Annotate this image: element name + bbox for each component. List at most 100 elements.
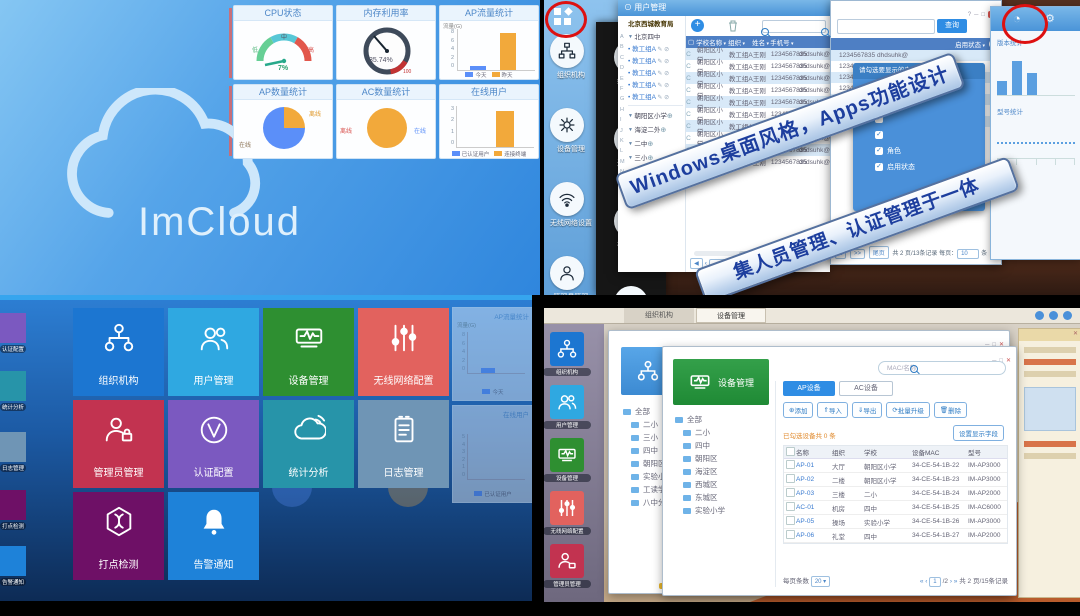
set-fields-button[interactable]: 设置显示字段 [953,425,1004,441]
status-column-header[interactable]: 启用状态 + [831,38,1001,50]
taskbar-icon[interactable] [1063,311,1072,320]
tile-org[interactable]: 组织机构 [73,308,164,396]
panel-desktop-apps: 组织机构 设备管理 无线网络设置 管理员管理 [544,0,1080,295]
search-icon[interactable] [821,28,829,36]
trash-icon[interactable] [728,20,738,32]
taskbar-icon[interactable] [1035,311,1044,320]
cropped-tile[interactable] [0,432,26,462]
tile-alerts[interactable]: 告警通知 [168,492,259,580]
dock-item-users[interactable]: 用户管理 [550,385,591,429]
tile-auth-config[interactable]: 认证配置 [168,400,259,488]
tree-group[interactable]: 二中 [628,138,683,148]
tree-child[interactable]: 教工组A [628,79,683,89]
tab-ac-devices[interactable]: AC设备 [839,381,893,396]
device-row[interactable]: AP-03三楼二小34-CE-54-1B-24IM-AP2000 [784,487,1007,501]
pager-last[interactable] [954,578,958,585]
per-page-select[interactable]: 20 ▾ [811,576,830,587]
col-name[interactable]: 名称 [796,447,832,457]
tile-wireless-config[interactable]: 无线网络配置 [358,308,449,396]
device-header-card[interactable]: 设备管理 [673,359,769,405]
tree-item[interactable]: 朝阳区 [675,452,725,465]
tree-item[interactable]: 海淀区 [675,465,725,478]
pager-page[interactable]: 1 [929,577,940,587]
query-button[interactable]: 查询 [937,19,967,33]
pager-next[interactable] [950,578,952,585]
col-school[interactable]: 学校 [864,447,912,457]
taskbar-tab-device[interactable]: 设备管理 [696,308,766,323]
query-input[interactable] [837,19,935,34]
export-button[interactable]: ⇓ 导出 [852,402,882,418]
device-row[interactable]: AP-05操场实验小学34-CE-54-1B-26IM-AP3000 [784,515,1007,529]
col-phone[interactable]: 手机号 [770,37,798,47]
search-input[interactable] [762,20,826,33]
launcher-item-org[interactable]: 组织机构 [550,34,592,80]
cropped-tile[interactable] [0,490,26,520]
pager-prev[interactable] [925,578,927,585]
tree-group[interactable]: 北京四中 [628,31,683,41]
col-org[interactable]: 组织 [832,447,864,457]
tree-group[interactable]: 海淀二外 [628,124,683,134]
cropped-tile[interactable] [0,371,26,401]
col-model[interactable]: 型号 [968,447,981,457]
card-online-users: 在线用户 3210 已认证用户 连接终端 [439,84,539,159]
tree-item[interactable]: 四中 [675,439,725,452]
tree-item[interactable]: 全部 [675,413,725,426]
tree-item[interactable]: 东城区 [675,491,725,504]
col-name[interactable]: 姓名 [752,37,770,47]
batch-upgrade-button[interactable]: ⟳ 批量升级 [886,402,929,418]
picker-option[interactable] [853,127,985,143]
per-page-input[interactable]: 10 [957,249,979,259]
device-row[interactable]: AP-01大厅朝阳区小学34-CE-54-1B-22IM-AP3000 [784,459,1007,473]
close-button[interactable]: ✕ [1073,330,1078,337]
launcher-item-device[interactable]: 设备管理 [550,108,592,154]
dock-item-devices[interactable]: 设备管理 [550,438,591,482]
cropped-tile[interactable] [0,546,26,576]
pager-first[interactable] [920,578,924,585]
table-row[interactable]: 1234567835 dhdsuhk@ [831,50,1001,61]
close-button[interactable]: ✕ [1006,357,1011,364]
dock-item-wireless[interactable]: 无线网络配置 [550,491,591,535]
tile-statistics[interactable]: 统计分析 [263,400,354,488]
tile-users[interactable]: 用户管理 [168,308,259,396]
window-titlebar[interactable]: ⊙ 用户管理 [618,0,830,16]
alphabet-index[interactable]: A B C D E F G H I J K L M N [620,32,625,178]
tree-child[interactable]: 教工组A [628,55,683,65]
col-org[interactable]: 组织 [728,37,752,47]
delete-button[interactable]: 🗑删除 [934,402,967,418]
tree-root[interactable]: 北京西城教育局 [628,18,683,28]
monitor-icon[interactable] [614,286,648,295]
tree-item[interactable]: 二小 [675,426,725,439]
taskbar-tab-org[interactable]: 组织机构 [624,308,694,323]
tree-child[interactable]: 教工组A [628,43,683,53]
pager-last[interactable]: 尾页 [869,246,889,259]
col-mac[interactable]: 设备MAC [912,447,968,457]
pie [367,108,407,148]
users-icon [556,391,578,413]
picker-option[interactable]: 角色 [853,143,985,159]
taskbar-icon[interactable] [1049,311,1058,320]
dock-item-admin[interactable]: 管理员管理 [550,544,591,588]
tree-item[interactable]: 实验小学 [675,504,725,517]
tab-ap-devices[interactable]: AP设备 [783,381,835,396]
device-table: 名称 组织 学校 设备MAC 型号 AP-01大厅朝阳区小学34-CE-54-1… [783,445,1008,544]
device-row[interactable]: AP-06礼堂四中34-CE-54-1B-27IM-AP2000 [784,529,1007,543]
tile-probe-detect[interactable]: 打点检测 [73,492,164,580]
launcher-item-admin[interactable]: 管理员管理 [550,256,592,295]
tile-logs[interactable]: 日志管理 [358,400,449,488]
launcher-item-wireless[interactable]: 无线网络设置 [550,182,592,228]
tree-child[interactable]: 教工组A [628,91,683,101]
dock-item-org[interactable]: 组织机构 [550,332,591,376]
tree-group[interactable]: 朝阳区小学 [628,110,683,120]
add-button[interactable]: ⊕ 添加 [783,402,813,418]
org-tree-icon [102,321,136,355]
device-row[interactable]: AC-01机房四中34-CE-54-1B-25IM-AC6000 [784,501,1007,515]
tile-admin[interactable]: 管理员管理 [73,400,164,488]
tree-item[interactable]: 西城区 [675,478,725,491]
device-search-input[interactable]: MAC/名称 [878,361,1006,375]
add-button[interactable]: + [691,19,704,32]
tree-child[interactable]: 教工组A [628,67,683,77]
cropped-tile[interactable] [0,313,26,343]
tile-devices[interactable]: 设备管理 [263,308,354,396]
device-row[interactable]: AP-02二楼朝阳区小学34-CE-54-1B-23IM-AP3000 [784,473,1007,487]
import-button[interactable]: ⇑ 导入 [817,402,847,418]
